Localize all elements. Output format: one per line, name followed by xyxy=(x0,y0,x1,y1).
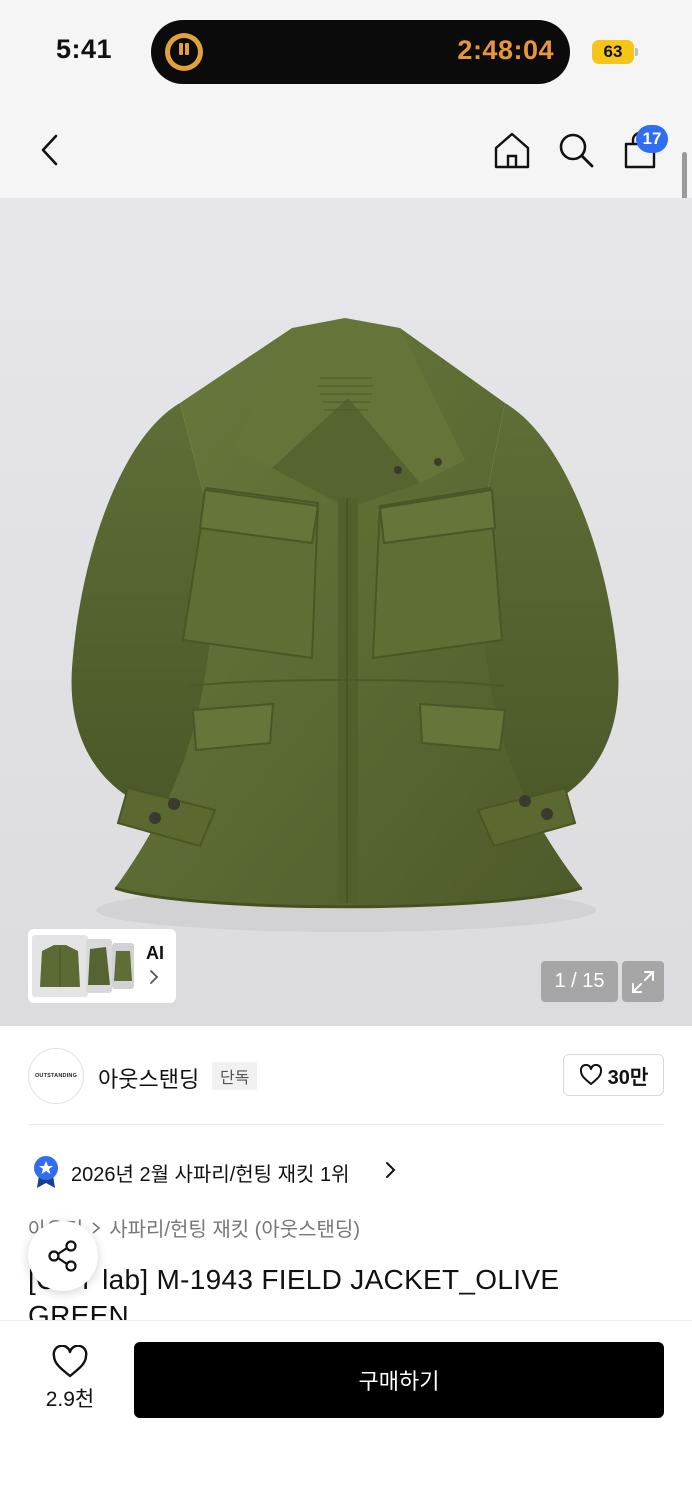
category-child[interactable]: 사파리/헌팅 재킷 (아웃스탠딩) xyxy=(109,1213,360,1242)
cart-count-badge: 17 xyxy=(636,125,668,153)
image-counter: 1 / 15 xyxy=(541,961,618,1002)
timer-pause-icon xyxy=(165,33,203,71)
status-bar: 5:41 2:48:04 63 xyxy=(0,0,692,100)
search-icon[interactable] xyxy=(554,128,598,172)
live-activity-time: 2:48:04 xyxy=(457,35,554,65)
brand-logo-text: OUTSTANDING xyxy=(34,1073,78,1079)
thumbnail-strip[interactable]: AI xyxy=(28,929,176,1003)
heart-icon xyxy=(579,1064,602,1085)
brand-logo[interactable]: OUTSTANDING xyxy=(28,1048,84,1104)
battery-tip xyxy=(635,48,638,56)
exclusive-badge: 단독 xyxy=(212,1062,258,1090)
dynamic-island[interactable]: 2:48:04 xyxy=(151,20,570,84)
brand-like-count: 30만 xyxy=(607,1066,649,1089)
chevron-right-icon xyxy=(92,1221,101,1234)
heart-icon xyxy=(52,1345,88,1378)
back-icon[interactable] xyxy=(30,128,70,172)
chevron-right-icon xyxy=(148,969,160,990)
ai-label: AI xyxy=(146,943,164,963)
thumbnail-3[interactable] xyxy=(112,943,134,989)
thumbnail-2[interactable] xyxy=(86,939,112,993)
battery-indicator: 63 xyxy=(592,40,634,64)
ranking-badge-icon xyxy=(32,1155,60,1194)
share-button[interactable] xyxy=(28,1221,98,1291)
jacket-illustration xyxy=(71,318,619,932)
divider xyxy=(28,1124,664,1125)
share-icon xyxy=(48,1240,77,1272)
product-title: [OST lab] M-1943 FIELD JACKET_OLIVE GREE… xyxy=(28,1264,560,1320)
product-image[interactable] xyxy=(0,198,692,1026)
wishlist-count: 2.9천 xyxy=(45,1388,95,1411)
buy-button[interactable]: 구매하기 xyxy=(134,1342,664,1418)
wishlist-button[interactable]: 2.9천 xyxy=(30,1345,110,1413)
home-icon[interactable] xyxy=(490,128,534,172)
status-time: 5:41 xyxy=(56,34,113,64)
brand-name[interactable]: 아웃스탠딩 xyxy=(98,1062,199,1094)
brand-like-button[interactable]: 30만 xyxy=(563,1054,664,1096)
ranking-text[interactable]: 2026년 2월 사파리/헌팅 재킷 1위 xyxy=(71,1158,350,1187)
expand-icon[interactable] xyxy=(622,961,664,1002)
thumbnail-1[interactable] xyxy=(32,935,88,997)
chevron-right-icon[interactable] xyxy=(384,1161,396,1184)
